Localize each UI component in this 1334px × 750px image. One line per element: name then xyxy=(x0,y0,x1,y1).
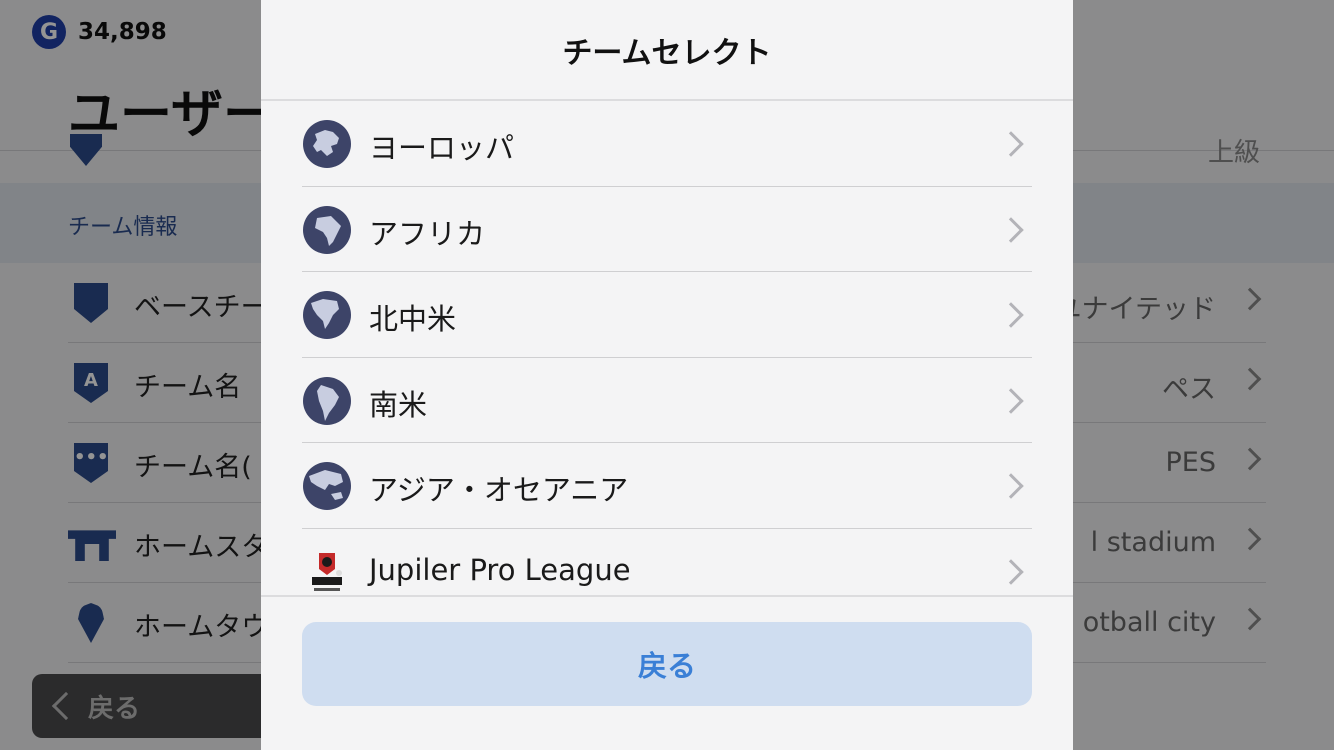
chevron-right-icon xyxy=(998,558,1024,585)
region-list[interactable]: ヨーロッパ アフリカ 北中米 南米 アジア・オセアニア Jupiler Pro … xyxy=(302,101,1032,595)
globe-asia-oceania-icon xyxy=(303,462,351,510)
region-item-africa[interactable]: アフリカ xyxy=(302,187,1032,272)
league-item-jupiler[interactable]: Jupiler Pro League xyxy=(302,529,1032,596)
chevron-right-icon xyxy=(998,216,1024,243)
modal-title: チームセレクト xyxy=(562,36,772,71)
chevron-right-icon xyxy=(998,131,1024,157)
back-button[interactable]: 戻る xyxy=(302,622,1032,706)
region-label: 北中米 xyxy=(369,302,457,336)
globe-europe-icon xyxy=(303,120,351,168)
region-item-south-america[interactable]: 南米 xyxy=(302,358,1032,443)
chevron-right-icon xyxy=(998,387,1024,414)
chevron-right-icon xyxy=(998,302,1024,328)
region-label: アジア・オセアニア xyxy=(369,473,629,507)
region-label: ヨーロッパ xyxy=(369,131,515,165)
region-item-north-central-america[interactable]: 北中米 xyxy=(302,272,1032,358)
divider xyxy=(261,595,1073,597)
chevron-right-icon xyxy=(998,473,1024,499)
globe-north-america-icon xyxy=(303,291,351,339)
jupiler-pro-league-logo xyxy=(306,551,348,596)
region-item-europe[interactable]: ヨーロッパ xyxy=(302,101,1032,187)
region-label: 南米 xyxy=(369,387,428,422)
region-label: アフリカ xyxy=(369,216,486,251)
league-label: Jupiler Pro League xyxy=(369,552,631,587)
globe-africa-icon xyxy=(303,205,351,254)
globe-south-america-icon xyxy=(303,376,351,425)
region-item-asia-oceania[interactable]: アジア・オセアニア xyxy=(302,443,1032,529)
team-select-modal: チームセレクト ヨーロッパ アフリカ 北中米 南米 アジア・オセアニア Jupi… xyxy=(261,0,1073,750)
